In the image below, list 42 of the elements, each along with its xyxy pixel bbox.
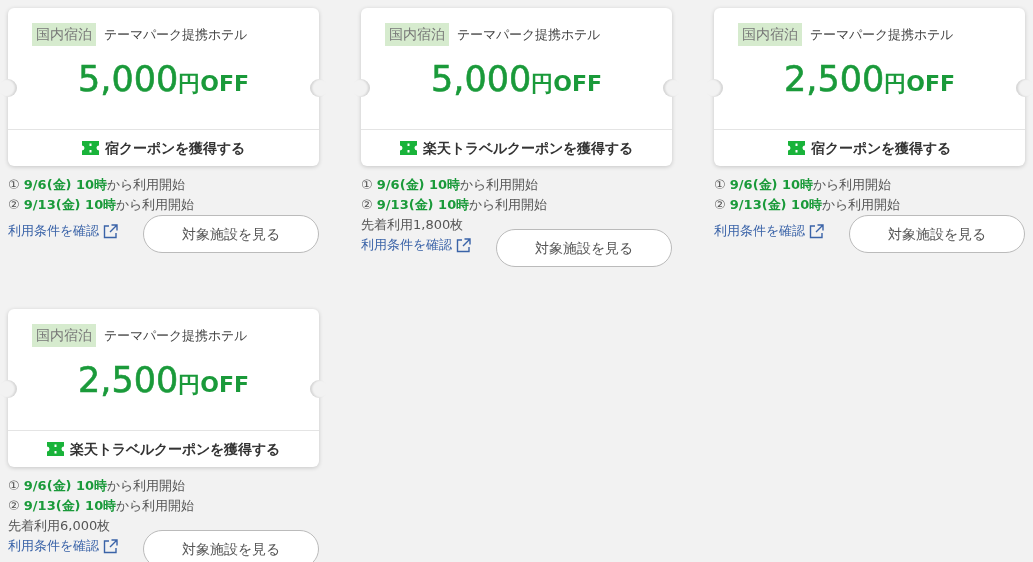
external-link-icon: [809, 223, 824, 239]
discount-amount: 5,000円OFF: [78, 62, 249, 101]
schedule-text: ① 9/6(金) 10時から利用開始: [361, 176, 540, 194]
limit-text: 先着利用1,800枚: [361, 216, 465, 234]
terms-link[interactable]: 利用条件を確認: [361, 235, 471, 255]
discount-amount: 2,500円OFF: [78, 363, 249, 402]
category-tag: 国内宿泊: [385, 23, 449, 46]
category-tag: 国内宿泊: [32, 324, 96, 347]
terms-link[interactable]: 利用条件を確認: [8, 536, 118, 556]
external-link-icon: [103, 223, 118, 239]
get-coupon-link[interactable]: 楽天トラベルクーポンを獲得する: [70, 438, 280, 460]
view-facilities-button[interactable]: 対象施設を見る: [496, 229, 672, 267]
view-facilities-button[interactable]: 対象施設を見る: [849, 215, 1025, 253]
external-link-icon: [456, 237, 471, 253]
external-link-icon: [103, 538, 118, 554]
category-tag: 国内宿泊: [738, 23, 802, 46]
category-tag: 国内宿泊: [32, 23, 96, 46]
ticket-icon: [47, 442, 64, 456]
terms-link[interactable]: 利用条件を確認: [8, 221, 118, 241]
view-facilities-button[interactable]: 対象施設を見る: [143, 530, 319, 562]
get-coupon-link[interactable]: 楽天トラベルクーポンを獲得する: [423, 137, 633, 159]
ticket-icon: [788, 141, 805, 155]
discount-amount: 2,500円OFF: [784, 62, 955, 101]
coupon-title: テーマパーク提携ホテル: [104, 326, 247, 345]
get-coupon-link[interactable]: 宿クーポンを獲得する: [811, 137, 951, 159]
coupon-title: テーマパーク提携ホテル: [810, 25, 953, 44]
get-coupon-link[interactable]: 宿クーポンを獲得する: [105, 137, 245, 159]
schedule-text: ① 9/6(金) 10時から利用開始: [8, 176, 187, 194]
ticket-icon: [400, 141, 417, 155]
coupon-title: テーマパーク提携ホテル: [104, 25, 247, 44]
schedule-text: ② 9/13(金) 10時から利用開始: [714, 196, 902, 214]
schedule-text: ② 9/13(金) 10時から利用開始: [8, 497, 196, 515]
limit-text: 先着利用6,000枚: [8, 517, 112, 535]
schedule-text: ① 9/6(金) 10時から利用開始: [8, 477, 187, 495]
view-facilities-button[interactable]: 対象施設を見る: [143, 215, 319, 253]
schedule-text: ① 9/6(金) 10時から利用開始: [714, 176, 893, 194]
ticket-icon: [82, 141, 99, 155]
schedule-text: ② 9/13(金) 10時から利用開始: [8, 196, 196, 214]
coupon-title: テーマパーク提携ホテル: [457, 25, 600, 44]
schedule-text: ② 9/13(金) 10時から利用開始: [361, 196, 549, 214]
terms-link[interactable]: 利用条件を確認: [714, 221, 824, 241]
discount-amount: 5,000円OFF: [431, 62, 602, 101]
